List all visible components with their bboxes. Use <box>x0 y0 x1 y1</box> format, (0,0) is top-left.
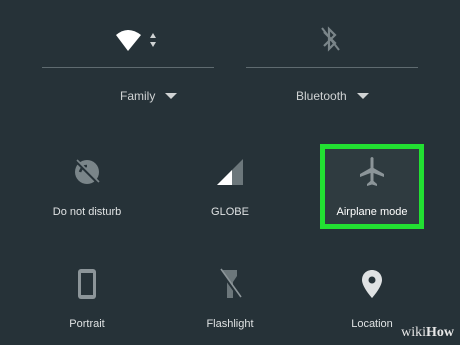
tile-flashlight[interactable]: Flashlight <box>170 264 290 330</box>
tile-location[interactable]: Location <box>312 264 432 330</box>
bluetooth-tile[interactable] <box>318 24 342 54</box>
chevron-down-icon <box>165 93 178 99</box>
chevron-down-icon <box>356 93 369 99</box>
quick-settings-panel: Family Bluetooth Do not disturb GLOBE Ai… <box>0 0 460 345</box>
bluetooth-label: Bluetooth <box>296 89 347 103</box>
tile-label: GLOBE <box>211 206 249 218</box>
do-not-disturb-icon <box>74 159 100 185</box>
wifi-network-dropdown[interactable]: Family <box>120 87 178 105</box>
wifi-tile[interactable] <box>108 28 164 54</box>
airplane-icon <box>360 157 384 186</box>
cell-signal-icon <box>217 159 243 185</box>
tile-portrait[interactable]: Portrait <box>27 264 147 330</box>
bluetooth-divider <box>246 67 418 68</box>
location-pin-icon <box>362 270 382 298</box>
wifi-divider <box>42 67 214 68</box>
tile-do-not-disturb[interactable]: Do not disturb <box>27 152 147 218</box>
wikihow-watermark: wikiHow <box>401 325 454 340</box>
tile-label: Flashlight <box>206 318 254 330</box>
wifi-icon <box>116 30 156 51</box>
flashlight-icon <box>218 268 242 299</box>
wifi-network-label: Family <box>120 89 156 103</box>
tile-label: Portrait <box>69 318 105 330</box>
phone-portrait-icon <box>78 269 96 299</box>
tile-globe[interactable]: GLOBE <box>170 152 290 218</box>
bluetooth-dropdown[interactable]: Bluetooth <box>296 87 369 105</box>
bluetooth-off-icon <box>321 26 340 52</box>
tile-label: Airplane mode <box>336 206 408 218</box>
tile-airplane-mode[interactable]: Airplane mode <box>312 152 432 218</box>
tile-label: Do not disturb <box>52 206 122 218</box>
